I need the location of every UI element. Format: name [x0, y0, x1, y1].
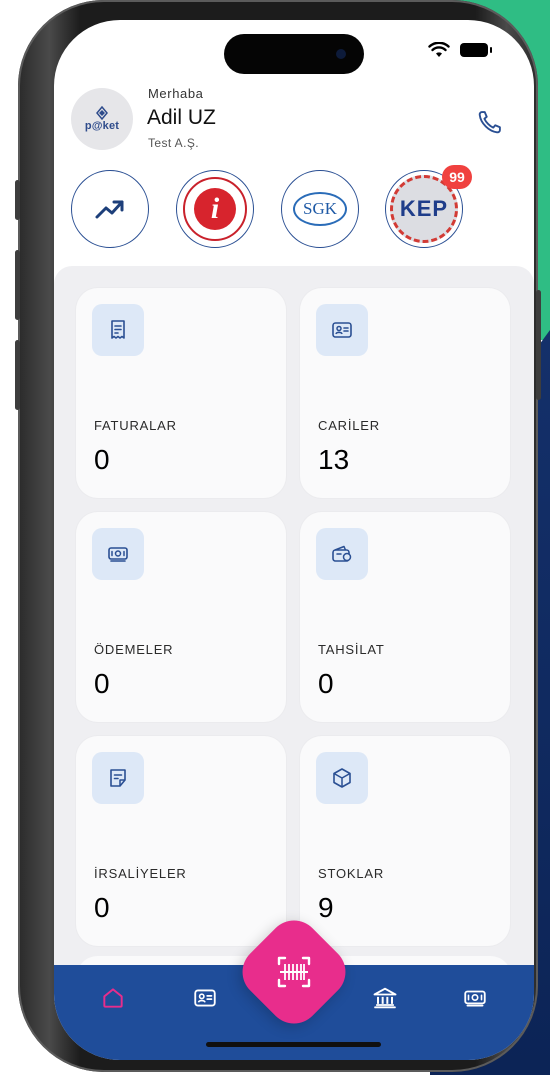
kep-logo-text: KEP	[399, 196, 449, 221]
kep-notification-badge: 99	[442, 165, 472, 189]
user-name: Adil UZ	[147, 106, 216, 129]
card-value: 0	[318, 668, 334, 699]
card-value: 13	[318, 444, 350, 475]
gib-logo-letter: i	[210, 192, 220, 225]
id-card-icon-wrap	[316, 304, 368, 356]
nav-payments[interactable]	[460, 983, 490, 1013]
box-icon-wrap	[316, 752, 368, 804]
id-card-icon	[332, 322, 352, 338]
card-label: STOKLAR	[318, 866, 385, 881]
box-icon	[333, 768, 351, 788]
barcode-scan-icon[interactable]	[274, 952, 314, 992]
id-card-icon	[194, 989, 216, 1007]
card-cariler[interactable]: CARİLER 13	[300, 288, 510, 498]
card-stoklar[interactable]: STOKLAR 9	[300, 736, 510, 946]
receipt-icon	[111, 320, 125, 339]
receipt-icon-wrap	[92, 304, 144, 356]
dashboard-content: FATURALAR 0 CARİLER 13 ÖDEMELER 0 TAHSİL…	[54, 266, 534, 986]
nav-contacts[interactable]	[190, 983, 220, 1013]
sgk-logo-text: SGK	[302, 199, 337, 218]
greeting-text: Merhaba	[148, 86, 204, 101]
wallet-icon-wrap	[316, 528, 368, 580]
power-button	[536, 290, 541, 400]
app-screen: p@ket Merhaba Adil UZ Test A.Ş. i SGK KE…	[54, 20, 534, 1060]
wallet-icon	[332, 545, 352, 562]
card-value: 0	[94, 444, 110, 475]
card-value: 9	[318, 892, 334, 923]
nav-home[interactable]	[98, 983, 128, 1013]
company-avatar[interactable]: p@ket	[71, 88, 133, 150]
card-value: 0	[94, 668, 110, 699]
card-value: 0	[94, 892, 110, 923]
gib-logo: i	[183, 177, 247, 241]
volume-up-button	[15, 250, 20, 320]
card-label: TAHSİLAT	[318, 642, 385, 657]
paket-logo-text: p@ket	[84, 120, 120, 132]
gib-shortcut-button[interactable]: i	[176, 170, 254, 248]
banknote-icon-wrap	[92, 528, 144, 580]
phone-frame: p@ket Merhaba Adil UZ Test A.Ş. i SGK KE…	[15, 0, 541, 1072]
sgk-logo: SGK	[293, 192, 347, 226]
note-icon-wrap	[92, 752, 144, 804]
home-icon	[103, 988, 123, 1008]
battery-icon	[460, 43, 492, 57]
card-label: ÖDEMELER	[94, 642, 174, 657]
bank-icon	[373, 987, 397, 1009]
nav-bank[interactable]	[370, 983, 400, 1013]
dynamic-island	[224, 34, 364, 74]
banknote-icon	[108, 547, 128, 562]
wifi-icon	[428, 42, 450, 57]
kep-shortcut-button[interactable]: KEP 99	[385, 165, 472, 248]
volume-down-button	[15, 340, 20, 410]
note-icon	[110, 769, 126, 787]
reports-shortcut-button[interactable]	[71, 170, 149, 248]
home-indicator	[206, 1042, 381, 1047]
phone-call-icon[interactable]	[476, 108, 504, 136]
card-label: CARİLER	[318, 418, 380, 433]
card-odemeler[interactable]: ÖDEMELER 0	[76, 512, 286, 722]
card-label: FATURALAR	[94, 418, 177, 433]
sgk-shortcut-button[interactable]: SGK	[281, 170, 359, 248]
mute-switch	[15, 180, 20, 220]
trending-up-icon	[95, 200, 124, 219]
card-label: İRSALİYELER	[94, 866, 187, 881]
status-bar	[428, 42, 492, 58]
banknote-icon	[464, 990, 486, 1007]
card-tahsilat[interactable]: TAHSİLAT 0	[300, 512, 510, 722]
card-irsaliyeler[interactable]: İRSALİYELER 0	[76, 736, 286, 946]
company-name: Test A.Ş.	[148, 136, 199, 150]
paket-logo-icon	[96, 106, 108, 120]
card-faturalar[interactable]: FATURALAR 0	[76, 288, 286, 498]
